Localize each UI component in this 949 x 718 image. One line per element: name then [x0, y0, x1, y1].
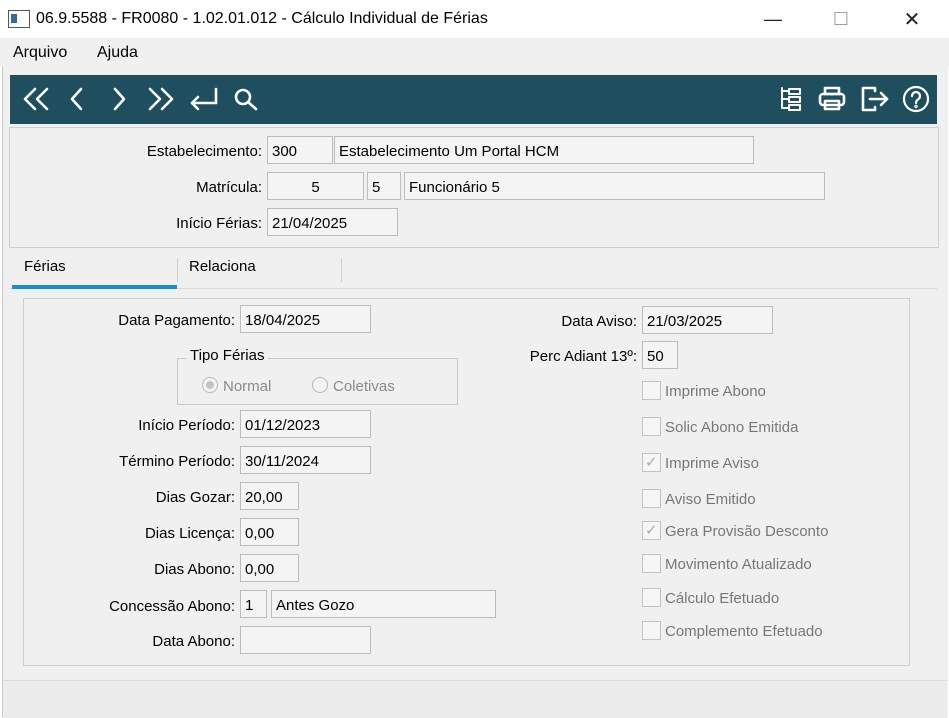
exit-icon[interactable]: [857, 80, 893, 118]
menu-arquivo[interactable]: Arquivo: [13, 44, 67, 62]
menu-ajuda[interactable]: Ajuda: [97, 44, 138, 62]
inicio-ferias-label: Início Férias:: [176, 215, 262, 232]
checkmark-icon: ✓: [645, 454, 658, 471]
menu-bar: [0, 38, 949, 66]
funcionario-name-field: Funcionário 5: [404, 172, 825, 200]
concessao-abono-label: Concessão Abono:: [109, 598, 235, 615]
checkmark-icon: ✓: [645, 522, 658, 539]
previous-icon[interactable]: [62, 80, 92, 118]
imprime-abono-label: Imprime Abono: [665, 383, 766, 400]
dias-abono-field[interactable]: 0,00: [240, 554, 299, 582]
print-icon[interactable]: [814, 80, 850, 118]
perc-adiant-label: Perc Adiant 13º:: [529, 348, 637, 365]
concessao-abono-name-field: Antes Gozo: [271, 590, 496, 618]
estabelecimento-code-field[interactable]: 300: [267, 136, 333, 164]
estabelecimento-label: Estabelecimento:: [146, 143, 262, 160]
dias-abono-label: Dias Abono:: [154, 561, 235, 578]
gera-provisao-desconto-label: Gera Provisão Desconto: [665, 523, 829, 540]
tipo-ferias-title: Tipo Férias: [186, 347, 269, 364]
app-icon: [8, 10, 30, 28]
matricula-digit-field: 5: [367, 172, 401, 200]
data-abono-field[interactable]: [240, 626, 371, 654]
imprime-abono-checkbox[interactable]: [642, 381, 661, 400]
radio-normal[interactable]: [202, 377, 218, 393]
dias-gozar-field[interactable]: 20,00: [240, 482, 299, 510]
data-aviso-field[interactable]: 21/03/2025: [642, 306, 773, 334]
tree-icon[interactable]: [774, 80, 808, 118]
radio-normal-label: Normal: [223, 378, 272, 395]
data-pagamento-label: Data Pagamento:: [118, 312, 235, 329]
tab-ferias[interactable]: Férias: [24, 258, 66, 288]
tab-relaciona[interactable]: Relaciona: [189, 258, 256, 288]
aviso-emitido-label: Aviso Emitido: [665, 491, 756, 508]
window-title: 06.9.5588 - FR0080 - 1.02.01.012 - Cálcu…: [36, 10, 488, 27]
goto-icon[interactable]: [185, 80, 223, 118]
imprime-aviso-checkbox[interactable]: ✓: [642, 453, 661, 472]
data-abono-label: Data Abono:: [152, 633, 235, 650]
movimento-atualizado-checkbox[interactable]: [642, 554, 661, 573]
matricula-field[interactable]: 5: [267, 172, 364, 200]
estabelecimento-name-field: Estabelecimento Um Portal HCM: [334, 136, 754, 164]
calculo-efetuado-label: Cálculo Efetuado: [665, 590, 780, 607]
inicio-periodo-field[interactable]: 01/12/2023: [240, 410, 371, 438]
aviso-emitido-checkbox[interactable]: [642, 489, 661, 508]
solic-abono-emitida-checkbox[interactable]: [642, 417, 661, 436]
next-icon[interactable]: [104, 80, 134, 118]
matricula-label: Matrícula:: [196, 179, 262, 196]
termino-periodo-label: Término Período:: [119, 453, 235, 470]
concessao-abono-code-field[interactable]: 1: [240, 590, 267, 618]
dias-licenca-field[interactable]: 0,00: [240, 518, 299, 546]
search-icon[interactable]: [229, 80, 263, 118]
help-icon[interactable]: [899, 80, 933, 118]
complemento-efetuado-checkbox[interactable]: [642, 621, 661, 640]
first-icon[interactable]: [18, 80, 54, 118]
termino-periodo-field[interactable]: 30/11/2024: [240, 446, 371, 474]
dias-gozar-label: Dias Gozar:: [155, 489, 235, 506]
radio-coletivas-label: Coletivas: [333, 378, 395, 395]
inicio-ferias-field[interactable]: 21/04/2025: [267, 208, 398, 236]
close-button[interactable]: ✕: [889, 0, 935, 38]
complemento-efetuado-label: Complemento Efetuado: [665, 623, 823, 640]
tab-active-indicator: [12, 285, 177, 289]
tab-divider: [341, 258, 342, 282]
status-bar: [3, 680, 947, 718]
dias-licenca-label: Dias Licença:: [144, 525, 235, 542]
data-aviso-label: Data Aviso:: [561, 313, 637, 330]
perc-adiant-field[interactable]: 50: [642, 341, 678, 369]
minimize-button[interactable]: —: [750, 0, 796, 38]
movimento-atualizado-label: Movimento Atualizado: [665, 556, 812, 573]
calculo-efetuado-checkbox[interactable]: [642, 588, 661, 607]
tab-divider: [177, 258, 178, 282]
inicio-periodo-label: Início Período:: [138, 417, 235, 434]
last-icon[interactable]: [143, 80, 179, 118]
gera-provisao-desconto-checkbox[interactable]: ✓: [642, 521, 661, 540]
imprime-aviso-label: Imprime Aviso: [665, 455, 759, 472]
data-pagamento-field[interactable]: 18/04/2025: [240, 305, 371, 333]
maximize-button[interactable]: ☐: [818, 0, 864, 38]
solic-abono-emitida-label: Solic Abono Emitida: [665, 419, 799, 436]
radio-coletivas[interactable]: [312, 377, 328, 393]
